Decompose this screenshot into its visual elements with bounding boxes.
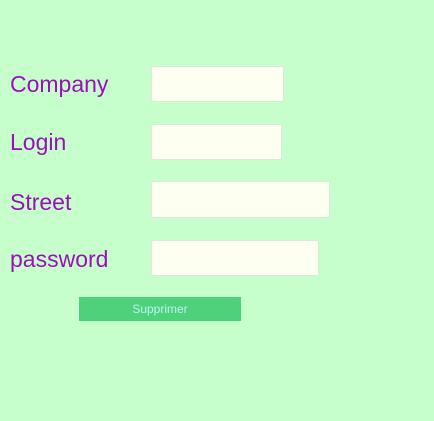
street-label: Street [10,189,72,215]
company-label: Company [10,71,109,97]
password-label: password [10,246,109,272]
login-label: Login [10,129,67,155]
company-input[interactable] [151,66,284,102]
supprimer-button[interactable]: Supprimer [79,297,241,321]
login-input[interactable] [151,124,282,160]
password-input[interactable] [151,240,319,276]
street-input[interactable] [151,181,330,218]
